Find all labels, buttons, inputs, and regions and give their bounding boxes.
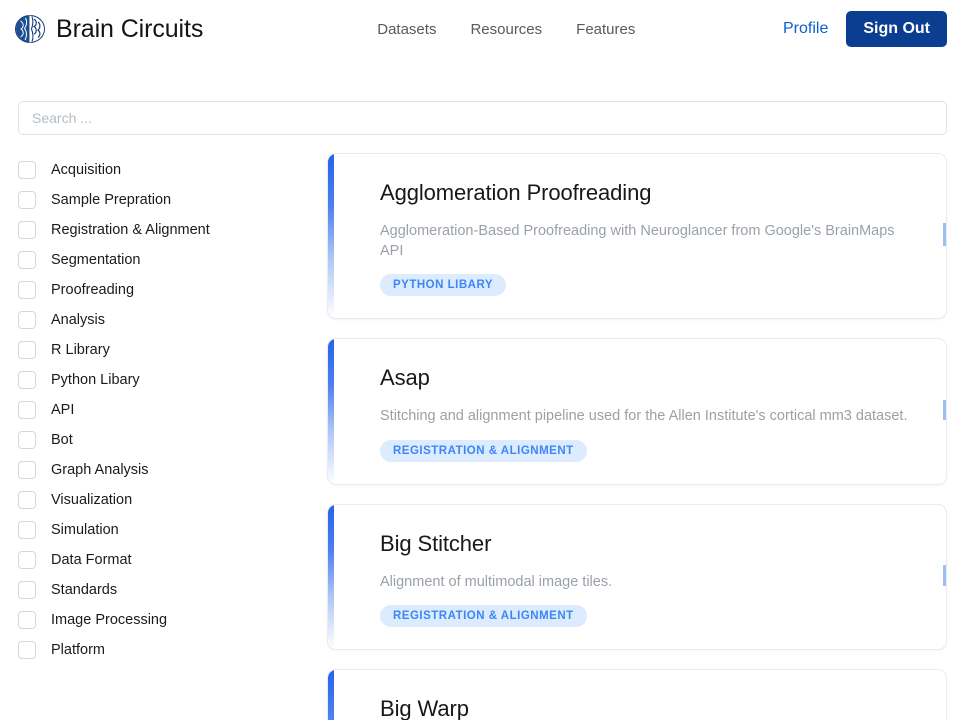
result-card-title: Agglomeration Proofreading: [380, 180, 652, 205]
facet-label: Graph Analysis: [51, 462, 149, 478]
nav-account-actions: Profile Sign Out: [783, 11, 947, 47]
brand-home-link[interactable]: Brain Circuits: [14, 13, 203, 45]
result-card[interactable]: Big WarpRegistration of multimodal image…: [327, 669, 947, 720]
facet-checkbox[interactable]: [18, 281, 36, 299]
facet-label: Analysis: [51, 312, 105, 328]
search-input[interactable]: [18, 101, 947, 135]
facet-row[interactable]: Sample Prepration: [18, 185, 318, 215]
nav-item-datasets[interactable]: Datasets: [377, 21, 436, 38]
brand-title: Brain Circuits: [56, 14, 204, 43]
result-card-description: Stitching and alignment pipeline used fo…: [380, 408, 908, 425]
facet-row[interactable]: Platform: [18, 635, 318, 665]
facet-row[interactable]: Acquisition: [18, 155, 318, 185]
result-card-title: Asap: [380, 365, 430, 391]
facet-label: Proofreading: [51, 282, 135, 298]
facet-row[interactable]: Analysis: [18, 305, 318, 335]
facet-row[interactable]: Simulation: [18, 515, 318, 545]
facet-label: Data Format: [51, 552, 132, 568]
facet-label: Standards: [51, 582, 118, 598]
facet-checkbox[interactable]: [18, 461, 36, 479]
facet-checkbox[interactable]: [18, 341, 36, 359]
facet-checkbox[interactable]: [18, 611, 36, 629]
facet-row[interactable]: R Library: [18, 335, 318, 365]
result-card-title: Big Warp: [380, 696, 469, 720]
facet-label: Sample Prepration: [51, 192, 172, 208]
facet-filter-sidebar: Acquisition Sample Prepration Registration…: [18, 153, 318, 665]
facet-checkbox[interactable]: [18, 641, 36, 659]
facet-label: Registration & Alignment: [51, 222, 210, 238]
facet-row[interactable]: Bot: [18, 425, 318, 455]
facet-row[interactable]: Data Format: [18, 545, 318, 575]
nav-item-resources[interactable]: Resources: [470, 21, 542, 38]
facet-checkbox[interactable]: [18, 491, 36, 509]
brain-icon: [14, 13, 46, 45]
facet-label: R Library: [51, 342, 110, 358]
facet-row[interactable]: Image Processing: [18, 605, 318, 635]
facet-label: Python Libary: [51, 372, 140, 388]
result-card-tag[interactable]: PYTHON LIBARY: [380, 274, 506, 297]
facet-checkbox[interactable]: [18, 221, 36, 239]
results-list: Agglomeration Proofreading Agglomeration-…: [318, 153, 947, 720]
sign-out-button[interactable]: Sign Out: [846, 11, 947, 47]
facet-label: Simulation: [51, 522, 119, 538]
facet-checkbox[interactable]: [18, 581, 36, 599]
result-card-tag[interactable]: REGISTRATION & ALIGNMENT: [380, 439, 587, 462]
facet-checkbox[interactable]: [18, 191, 36, 209]
result-card-description: Agglomeration-Based Proofreading with Ne…: [380, 223, 895, 259]
search-bar-container: [0, 101, 965, 135]
page-body: Acquisition Sample Prepration Registration…: [0, 153, 965, 720]
facet-label: Image Processing: [51, 612, 168, 628]
primary-nav: Datasets Resources Features: [377, 21, 635, 38]
profile-link[interactable]: Profile: [783, 20, 828, 38]
facet-row[interactable]: Proofreading: [18, 275, 318, 305]
facet-row[interactable]: Python Libary: [18, 365, 318, 395]
facet-checkbox[interactable]: [18, 551, 36, 569]
result-card[interactable]: Asap Stitching and alignment pipeline use…: [327, 338, 947, 485]
result-card-title: Big Stitcher: [380, 530, 492, 556]
result-card[interactable]: Big Stitcher Alignment of multimodal imag…: [327, 503, 947, 651]
facet-label: API: [51, 402, 75, 418]
result-card-description: Alignment of multimodal image tiles.: [380, 573, 613, 590]
facet-checkbox[interactable]: [18, 401, 36, 419]
facet-label: Platform: [51, 642, 105, 658]
facet-row[interactable]: Visualization: [18, 485, 318, 515]
nav-item-features[interactable]: Features: [576, 21, 635, 38]
facet-checkbox[interactable]: [18, 521, 36, 539]
facet-row[interactable]: Segmentation: [18, 245, 318, 275]
result-card-tag[interactable]: REGISTRATION & ALIGNMENT: [380, 605, 587, 628]
facet-row[interactable]: Registration & Alignment: [18, 215, 318, 245]
facet-label: Bot: [51, 432, 73, 448]
facet-row[interactable]: Graph Analysis: [18, 455, 318, 485]
top-navigation-bar: Brain Circuits Datasets Resources Featur…: [0, 0, 965, 58]
result-card[interactable]: Agglomeration Proofreading Agglomeration-…: [327, 153, 947, 320]
facet-checkbox[interactable]: [18, 431, 36, 449]
facet-row[interactable]: API: [18, 395, 318, 425]
facet-label: Acquisition: [51, 162, 122, 178]
facet-label: Visualization: [51, 492, 133, 508]
facet-row[interactable]: Standards: [18, 575, 318, 605]
facet-checkbox[interactable]: [18, 371, 36, 389]
facet-checkbox[interactable]: [18, 161, 36, 179]
facet-label: Segmentation: [51, 252, 141, 268]
facet-checkbox[interactable]: [18, 251, 36, 269]
facet-checkbox[interactable]: [18, 311, 36, 329]
